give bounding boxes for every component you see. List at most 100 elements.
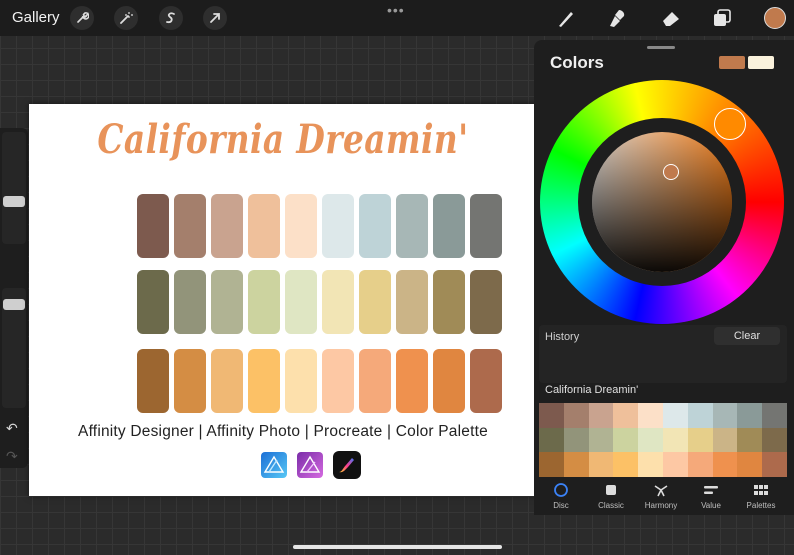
palette-swatch[interactable] <box>563 452 589 477</box>
value-sliders-icon <box>704 486 718 494</box>
palette-swatch[interactable] <box>563 403 589 428</box>
palette-swatch[interactable] <box>737 452 763 477</box>
palette-grid <box>539 403 787 477</box>
panel-title: Colors <box>550 53 604 72</box>
previous-color-swatch[interactable] <box>748 56 774 69</box>
colors-tab-bar: Disc Classic Harmony Value Palettes <box>534 480 794 515</box>
artwork-swatch <box>396 349 428 413</box>
magic-wand-icon[interactable] <box>114 6 138 30</box>
more-dots-icon[interactable]: ••• <box>387 2 405 18</box>
palette-swatch[interactable] <box>638 452 663 477</box>
palette-swatch[interactable] <box>712 403 738 428</box>
artwork-swatch <box>433 349 465 413</box>
artwork-swatch <box>285 270 317 334</box>
artwork-swatch <box>322 349 354 413</box>
classic-square-icon <box>606 485 616 495</box>
wrench-icon[interactable] <box>70 6 94 30</box>
artwork-swatch <box>470 349 502 413</box>
palette-swatch[interactable] <box>539 452 564 477</box>
palette-swatch[interactable] <box>737 403 763 428</box>
palette-swatch[interactable] <box>762 427 787 453</box>
palette-swatch[interactable] <box>539 403 564 428</box>
clear-history-button[interactable]: Clear <box>714 327 780 345</box>
palette-swatch[interactable] <box>762 403 787 428</box>
palette-swatch[interactable] <box>613 403 639 428</box>
artwork-swatch <box>359 270 391 334</box>
left-sidebar: ↶ ↷ <box>0 128 28 468</box>
palettes-grid-icon <box>754 485 768 495</box>
artwork-swatch <box>396 270 428 334</box>
palette-swatch[interactable] <box>613 427 639 453</box>
tab-value[interactable]: Value <box>686 482 736 510</box>
harmony-icon <box>654 485 668 497</box>
artwork-swatch <box>137 349 169 413</box>
artwork-swatch <box>174 349 206 413</box>
opacity-thumb[interactable] <box>3 299 25 310</box>
palette-swatch[interactable] <box>712 427 738 453</box>
home-indicator <box>293 545 502 549</box>
current-color-swatch[interactable] <box>719 56 745 69</box>
palette-swatch[interactable] <box>712 452 738 477</box>
artwork-swatch <box>174 194 206 258</box>
palette-swatch[interactable] <box>638 403 663 428</box>
tab-palettes[interactable]: Palettes <box>736 482 786 510</box>
transform-arrow-icon[interactable] <box>203 6 227 30</box>
artwork-swatch <box>248 194 280 258</box>
saturation-knob[interactable] <box>663 164 679 180</box>
hue-knob[interactable] <box>714 108 746 140</box>
layers-icon[interactable] <box>711 7 733 29</box>
artwork-caption: Affinity Designer | Affinity Photo | Pro… <box>78 423 488 440</box>
artwork-swatch <box>211 194 243 258</box>
brush-size-thumb[interactable] <box>3 196 25 207</box>
artwork-swatch <box>285 194 317 258</box>
artwork-swatch <box>359 349 391 413</box>
artwork-swatch <box>285 349 317 413</box>
palette-swatch[interactable] <box>687 403 713 428</box>
artwork-swatch <box>359 194 391 258</box>
palette-swatch[interactable] <box>662 452 688 477</box>
tab-classic[interactable]: Classic <box>586 482 636 510</box>
procreate-logo <box>333 451 361 479</box>
palette-swatch[interactable] <box>638 427 663 453</box>
selection-s-icon[interactable] <box>159 6 183 30</box>
artwork-swatch <box>322 270 354 334</box>
artwork-swatch <box>248 349 280 413</box>
palette-swatch[interactable] <box>563 427 589 453</box>
palette-swatch[interactable] <box>687 452 713 477</box>
artwork-swatch <box>248 270 280 334</box>
palette-swatch[interactable] <box>613 452 639 477</box>
brush-icon[interactable] <box>555 7 577 29</box>
artwork-swatch <box>137 270 169 334</box>
color-picker-button[interactable] <box>764 7 786 29</box>
artwork-swatch <box>137 194 169 258</box>
redo-icon[interactable]: ↷ <box>6 448 18 465</box>
artwork-canvas[interactable]: California Dreamin' Affinity Designer | … <box>29 104 537 496</box>
artwork-swatch <box>470 194 502 258</box>
artwork-swatch <box>211 270 243 334</box>
top-toolbar: Gallery ••• <box>0 0 794 36</box>
brightness-overlay <box>592 132 732 272</box>
affinity-photo-logo <box>297 452 323 478</box>
palette-swatch[interactable] <box>588 427 614 453</box>
palette-swatch[interactable] <box>588 452 614 477</box>
history-label: History <box>545 331 580 343</box>
disc-icon <box>554 483 568 497</box>
palette-swatch[interactable] <box>687 427 713 453</box>
palette-swatch[interactable] <box>762 452 787 477</box>
palette-swatch[interactable] <box>662 403 688 428</box>
palette-swatch[interactable] <box>737 427 763 453</box>
artwork-swatch <box>396 194 428 258</box>
brush-size-slider[interactable] <box>2 132 26 244</box>
artwork-swatch <box>211 349 243 413</box>
undo-icon[interactable]: ↶ <box>6 420 18 437</box>
panel-grabber[interactable] <box>647 46 675 49</box>
artwork-swatch <box>433 194 465 258</box>
palette-swatch[interactable] <box>662 427 688 453</box>
smudge-icon[interactable] <box>607 7 629 29</box>
palette-swatch[interactable] <box>539 427 564 453</box>
tab-harmony[interactable]: Harmony <box>636 482 686 510</box>
eraser-icon[interactable] <box>660 7 682 29</box>
gallery-button[interactable]: Gallery <box>12 9 60 26</box>
palette-swatch[interactable] <box>588 403 614 428</box>
tab-disc[interactable]: Disc <box>536 482 586 510</box>
